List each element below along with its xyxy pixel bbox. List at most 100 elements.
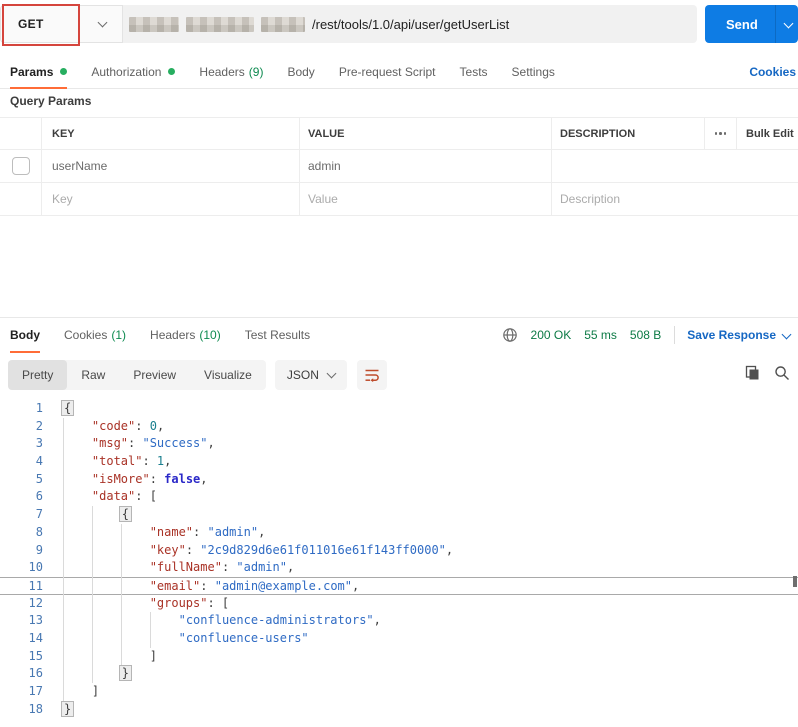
tab-authorization[interactable]: Authorization xyxy=(91,55,176,88)
format-label: JSON xyxy=(286,368,319,382)
method-selector[interactable]: GET xyxy=(0,5,123,43)
response-size[interactable]: 508 B xyxy=(630,328,661,342)
globe-icon[interactable] xyxy=(502,327,518,343)
status-badge[interactable]: 200 OK xyxy=(531,328,572,342)
header-checkbox-cell xyxy=(0,118,42,149)
tab-label: Tests xyxy=(459,64,488,79)
param-row: userName admin xyxy=(0,150,798,183)
code-line-2: 2 "code": 0, xyxy=(0,418,798,436)
tab-headers[interactable]: Headers (9) xyxy=(199,55,263,88)
tab-test-results[interactable]: Test Results xyxy=(245,319,310,352)
code-token: "isMore" xyxy=(91,471,150,486)
code-token: "name" xyxy=(149,524,194,539)
url-input[interactable]: /rest/tools/1.0/api/user/getUserList xyxy=(123,5,697,43)
active-tab-underline xyxy=(10,87,68,89)
code-token: , xyxy=(373,613,381,628)
tab-settings[interactable]: Settings xyxy=(512,55,555,88)
indent-guide xyxy=(120,523,122,666)
tab-tests[interactable]: Tests xyxy=(460,55,488,88)
row-checkbox-cell xyxy=(0,150,42,182)
view-mode-segment: Pretty Raw Preview Visualize xyxy=(8,360,266,390)
param-value-input[interactable]: admin xyxy=(300,150,552,182)
tab-response-cookies[interactable]: Cookies (1) xyxy=(64,319,126,352)
tab-response-headers[interactable]: Headers (10) xyxy=(150,319,221,352)
code-line-18: 18} xyxy=(0,700,798,719)
code-line-7: 7{ xyxy=(0,506,798,524)
chevron-down-icon xyxy=(97,17,108,28)
tab-response-body[interactable]: Body xyxy=(10,319,40,353)
code-line-16: 16} xyxy=(0,665,798,683)
tab-params[interactable]: Params xyxy=(10,55,68,89)
param-key-input[interactable]: Key xyxy=(42,183,300,215)
param-description-input[interactable]: Description xyxy=(552,183,798,215)
bulk-edit-button[interactable]: Bulk Edit xyxy=(737,118,798,149)
cookies-link[interactable]: Cookies xyxy=(749,55,796,88)
response-time[interactable]: 55 ms xyxy=(584,328,617,342)
format-selector[interactable]: JSON xyxy=(274,360,347,390)
param-value-input[interactable]: Value xyxy=(300,183,552,215)
code-token: : xyxy=(142,454,157,469)
copy-icon[interactable] xyxy=(744,365,760,381)
tab-label: Pre-request Script xyxy=(338,64,436,79)
code-token: , xyxy=(352,578,360,593)
send-button[interactable]: Send xyxy=(705,5,798,43)
code-token: "2c9d829d6e61f011016e61f143ff0000" xyxy=(200,542,446,557)
chevron-down-icon[interactable] xyxy=(783,18,794,28)
code-token: "total" xyxy=(91,454,143,469)
code-line-13: 13 "confluence-administrators", xyxy=(0,612,798,630)
code-token: "data" xyxy=(91,489,136,504)
code-line-1: 1{ xyxy=(0,400,798,418)
code-token: : [ xyxy=(207,595,230,610)
row-checkbox[interactable] xyxy=(11,157,30,175)
code-token: ] xyxy=(91,684,100,698)
method-url-group: GET /rest/tools/1.0/api/user/getUserList xyxy=(0,4,697,46)
text-wrap-button[interactable] xyxy=(356,360,387,390)
param-key-input[interactable]: userName xyxy=(42,150,300,182)
line-number: 8 xyxy=(35,524,43,539)
search-icon[interactable] xyxy=(774,365,790,381)
tab-label: Params xyxy=(10,64,54,79)
line-number: 14 xyxy=(28,630,43,645)
param-placeholder-row: Key Value Description xyxy=(0,183,798,216)
divider xyxy=(674,326,676,344)
divider xyxy=(774,5,776,43)
code-token: : xyxy=(221,560,237,575)
tab-count: (10) xyxy=(199,328,221,342)
view-tab-pretty[interactable]: Pretty xyxy=(8,360,68,390)
scrollbar-thumb[interactable] xyxy=(793,576,797,587)
tab-pre-request-script[interactable]: Pre-request Script xyxy=(339,55,436,88)
code-token: "confluence-users" xyxy=(178,630,309,645)
line-number: 15 xyxy=(28,648,43,663)
tab-label: Test Results xyxy=(244,328,311,342)
redacted-url-segment xyxy=(186,16,254,32)
code-token: , xyxy=(164,454,172,469)
code-token: , xyxy=(200,471,208,486)
code-token: { xyxy=(61,400,75,416)
view-tab-raw[interactable]: Raw xyxy=(67,360,119,390)
code-token: : xyxy=(193,524,208,539)
code-token: { xyxy=(118,506,133,523)
save-response-button[interactable]: Save Response xyxy=(687,328,792,342)
view-tab-visualize[interactable]: Visualize xyxy=(190,360,266,390)
tab-label: Cookies xyxy=(64,328,108,342)
param-description-input[interactable] xyxy=(552,150,798,182)
code-token: "admin@example.com" xyxy=(214,578,352,593)
indent-guide xyxy=(149,612,151,648)
code-token: "key" xyxy=(149,542,186,557)
table-header-row: KEY VALUE DESCRIPTION Bulk Edit xyxy=(0,117,798,150)
save-response-label: Save Response xyxy=(687,328,776,342)
code-token: "Success" xyxy=(142,436,208,451)
chevron-down-icon xyxy=(326,368,337,379)
tab-body[interactable]: Body xyxy=(287,55,314,88)
code-token: "msg" xyxy=(91,436,129,451)
line-number: 1 xyxy=(35,401,43,415)
redacted-url-segment xyxy=(261,16,305,32)
code-line-3: 3 "msg": "Success", xyxy=(0,435,798,453)
more-options-icon[interactable] xyxy=(705,118,737,149)
view-tab-preview[interactable]: Preview xyxy=(119,360,190,390)
response-body-editor[interactable]: 1{2 "code": 0, 3 "msg": "Success", 4 "total":… xyxy=(0,398,798,727)
line-number: 6 xyxy=(35,489,43,504)
response-view-toolbar: Pretty Raw Preview Visualize JSON xyxy=(8,360,387,390)
code-token: : xyxy=(149,471,165,486)
line-number: 11 xyxy=(28,578,43,593)
